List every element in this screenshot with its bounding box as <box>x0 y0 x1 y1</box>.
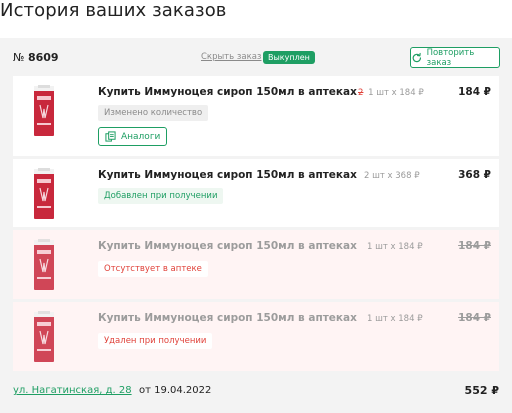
page-title: История ваших заказов <box>0 0 227 21</box>
analogs-button[interactable]: Аналоги <box>98 127 168 146</box>
repeat-order-button[interactable]: Повторить заказ <box>410 47 500 68</box>
refresh-icon <box>412 52 421 62</box>
product-image[interactable] <box>22 239 66 291</box>
order-card: № 8609 Скрыть заказ Выкуплен Повторить з… <box>0 38 512 413</box>
order-item: Купить Иммуноцея сироп 150мл в аптеках 1… <box>13 230 499 299</box>
product-image[interactable] <box>22 168 66 220</box>
item-quantity-value: 1 шт x 184 ₽ <box>368 88 424 98</box>
item-name[interactable]: Купить Иммуноцея сироп 150мл в аптеках <box>98 86 357 98</box>
order-number: № 8609 <box>13 51 59 64</box>
item-price: 368 ₽ <box>458 169 491 181</box>
item-name[interactable]: Купить Иммуноцея сироп 150мл в аптеках <box>98 312 357 324</box>
order-header: № 8609 Скрыть заказ Выкуплен Повторить з… <box>0 38 512 76</box>
order-footer: ул. Нагатинская, д. 28 от 19.04.2022 552… <box>0 377 512 413</box>
copy-icon <box>105 131 116 142</box>
item-quantity: 2 1 шт x 184 ₽ <box>358 88 424 98</box>
product-image[interactable] <box>22 311 66 363</box>
item-status-note: Отсутствует в аптеке <box>98 261 208 277</box>
product-image[interactable] <box>22 85 66 137</box>
analogs-label: Аналоги <box>121 131 161 142</box>
item-old-quantity: 2 <box>358 88 364 98</box>
order-date: от 19.04.2022 <box>139 385 212 396</box>
item-quantity: 1 шт x 184 ₽ <box>367 314 423 324</box>
order-total: 552 ₽ <box>464 384 499 397</box>
order-number-value: 8609 <box>27 51 59 64</box>
item-status-note: Изменено количество <box>98 105 209 121</box>
item-price: 184 ₽ <box>458 240 491 252</box>
order-number-prefix: № <box>13 51 25 64</box>
item-price: 184 ₽ <box>458 86 491 98</box>
repeat-order-label: Повторить заказ <box>426 47 475 68</box>
item-name[interactable]: Купить Иммуноцея сироп 150мл в аптеках <box>98 169 357 181</box>
order-item: Купить Иммуноцея сироп 150мл в аптеках 2… <box>13 76 499 156</box>
pharmacy-address-link[interactable]: ул. Нагатинская, д. 28 <box>13 385 132 396</box>
item-quantity: 2 шт x 368 ₽ <box>364 171 420 181</box>
order-item: Купить Иммуноцея сироп 150мл в аптеках 1… <box>13 302 499 371</box>
order-item: Купить Иммуноцея сироп 150мл в аптеках 2… <box>13 159 499 227</box>
item-quantity: 1 шт x 184 ₽ <box>367 242 423 252</box>
item-name[interactable]: Купить Иммуноцея сироп 150мл в аптеках <box>98 240 357 252</box>
status-badge: Выкуплен <box>263 51 315 64</box>
item-price: 184 ₽ <box>458 312 491 324</box>
hide-order-link[interactable]: Скрыть заказ <box>201 52 261 62</box>
item-status-note: Удален при получении <box>98 333 213 349</box>
item-status-note: Добавлен при получении <box>98 188 224 204</box>
